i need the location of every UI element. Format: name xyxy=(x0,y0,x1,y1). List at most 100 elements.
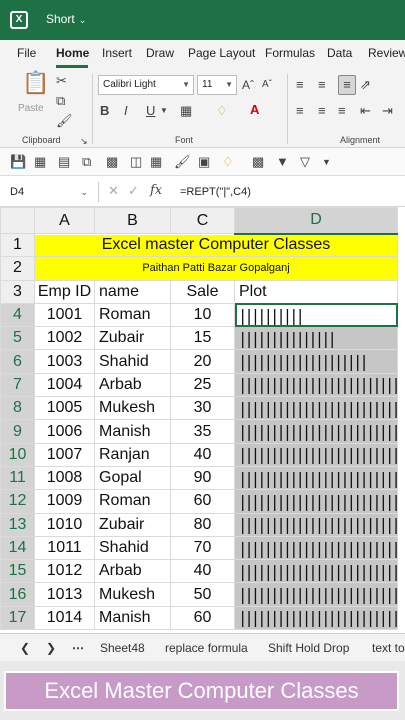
cell-name[interactable]: Shahid xyxy=(94,349,171,374)
scroll-right-icon[interactable]: ❯ xyxy=(46,641,56,655)
name-box[interactable]: D4 ⌄ xyxy=(4,182,90,202)
cell-name[interactable]: Gopal xyxy=(94,465,171,491)
fill-color-icon[interactable]: ♢ xyxy=(222,153,234,171)
cell-emp-id[interactable]: 1009 xyxy=(34,489,95,514)
tab-page-layout[interactable]: Page Layout xyxy=(188,46,255,60)
font-color-icon[interactable]: A xyxy=(250,101,259,119)
cell-plot[interactable]: ||||||||||||||||||||||||||||||||||||||||… xyxy=(234,489,398,514)
row-header[interactable]: 5 xyxy=(0,326,35,351)
cell-sale[interactable]: 60 xyxy=(170,489,235,514)
cell-plot[interactable]: ||||||||||||||| xyxy=(234,326,398,351)
align-bottom-icon[interactable]: ≡ xyxy=(338,75,356,95)
cell-emp-id[interactable]: 1008 xyxy=(34,465,95,491)
cell-emp-id[interactable]: 1014 xyxy=(34,605,95,631)
borders-icon[interactable]: ▦ xyxy=(180,102,192,120)
format-painter-icon[interactable]: 🖌 xyxy=(174,153,191,171)
align-middle-icon[interactable]: ≡ xyxy=(318,76,326,94)
cell-emp-id[interactable]: 1005 xyxy=(34,396,95,421)
column-header-c[interactable]: C xyxy=(170,207,235,234)
cell-name[interactable]: Roman xyxy=(94,302,171,328)
sheet-tab[interactable]: Shift Hold Drop xyxy=(268,641,349,655)
tab-formulas[interactable]: Formulas xyxy=(265,46,315,60)
sheet-tab[interactable]: replace formula xyxy=(165,641,248,655)
copy-icon[interactable]: ⧉ xyxy=(82,153,91,171)
cell-plot[interactable]: ||||||||||||||||||||||||||||||||||||||||… xyxy=(234,582,398,607)
cell-sale[interactable]: 60 xyxy=(170,605,235,631)
format-painter-icon[interactable]: 🖌 xyxy=(56,112,73,130)
header-name[interactable]: name xyxy=(94,279,171,304)
filter-icon[interactable]: ▼ xyxy=(276,153,289,171)
table-icon[interactable]: ▦ xyxy=(34,153,46,171)
cell-name[interactable]: Manish xyxy=(94,605,171,631)
cell-name[interactable]: Roman xyxy=(94,489,171,514)
sheet-tab[interactable]: text to xyxy=(372,641,405,655)
decrease-indent-icon[interactable]: ⇤ xyxy=(360,102,371,120)
cell-emp-id[interactable]: 1012 xyxy=(34,559,95,584)
cell-emp-id[interactable]: 1003 xyxy=(34,349,95,374)
cell-plot[interactable]: ||||||||||||||||||||||||| xyxy=(234,372,398,398)
customize-toolbar-icon[interactable]: ▼ xyxy=(322,153,331,171)
column-header-b[interactable]: B xyxy=(94,207,171,234)
cell-plot[interactable]: ||||||||||||||||||||||||||||||||||||||||… xyxy=(234,535,398,561)
cell-plot[interactable]: ||||||||||||||||||||||||||||||||||||||||… xyxy=(234,465,398,491)
clear-filter-icon[interactable]: ▽ xyxy=(300,153,310,171)
increase-font-icon[interactable]: Aˆ xyxy=(242,76,254,94)
cell-sale[interactable]: 50 xyxy=(170,582,235,607)
cell-sale[interactable]: 90 xyxy=(170,465,235,491)
cell-name[interactable]: Mukesh xyxy=(94,582,171,607)
sheet-title[interactable]: Excel master Computer Classes xyxy=(34,232,398,258)
row-header[interactable]: 2 xyxy=(0,256,35,281)
font-size-select[interactable]: 11 ▼ xyxy=(197,75,237,95)
row-header[interactable]: 13 xyxy=(0,512,35,537)
cell-plot[interactable]: ||||||||||||||||||||||||||||||||||| xyxy=(234,419,398,444)
align-center-icon[interactable]: ≡ xyxy=(318,102,326,120)
cell-sale[interactable]: 80 xyxy=(170,512,235,537)
cancel-icon[interactable]: ✕ xyxy=(108,182,119,200)
tab-home[interactable]: Home xyxy=(56,46,89,60)
align-right-icon[interactable]: ≡ xyxy=(338,102,346,120)
cell-plot[interactable]: |||||||||||||||||||||||||||||| xyxy=(234,396,398,421)
paste-icon[interactable]: 📋 xyxy=(22,72,49,100)
cell-sale[interactable]: 20 xyxy=(170,349,235,374)
formula-input[interactable]: =REPT("|",C4) xyxy=(180,182,251,202)
cell-plot[interactable]: |||||||||| xyxy=(234,302,398,328)
cell-plot[interactable]: |||||||||||||||||||| xyxy=(234,349,398,374)
row-header[interactable]: 10 xyxy=(0,442,35,467)
cut-icon[interactable]: ✂ xyxy=(56,72,67,90)
more-sheets-icon[interactable]: ⋯ xyxy=(72,641,84,655)
cell-emp-id[interactable]: 1001 xyxy=(34,302,95,328)
header-sale[interactable]: Sale xyxy=(170,279,235,304)
file-name-dropdown[interactable]: Short ⌄ xyxy=(46,12,86,26)
cell-emp-id[interactable]: 1004 xyxy=(34,372,95,398)
sheet-tab[interactable]: Sheet48 xyxy=(100,641,145,655)
save-icon[interactable]: 💾 xyxy=(10,153,26,171)
underline-button[interactable]: U xyxy=(146,102,155,120)
cell-name[interactable]: Arbab xyxy=(94,559,171,584)
tab-data[interactable]: Data xyxy=(327,46,352,60)
tab-insert[interactable]: Insert xyxy=(102,46,132,60)
table-insert-icon[interactable]: ▦ xyxy=(150,153,162,171)
cell-sale[interactable]: 40 xyxy=(170,559,235,584)
row-header[interactable]: 12 xyxy=(0,489,35,514)
grid-icon[interactable]: ▤ xyxy=(58,153,70,171)
row-header[interactable]: 1 xyxy=(0,232,35,258)
decrease-font-icon[interactable]: Aˇ xyxy=(262,76,272,94)
cell-emp-id[interactable]: 1002 xyxy=(34,326,95,351)
row-header[interactable]: 15 xyxy=(0,559,35,584)
font-name-select[interactable]: Calibri Light ▼ xyxy=(98,75,194,95)
row-header[interactable]: 3 xyxy=(0,279,35,304)
align-left-icon[interactable]: ≡ xyxy=(296,102,304,120)
sheet-subtitle[interactable]: Paithan Patti Bazar Gopalganj xyxy=(34,256,398,281)
cell-name[interactable]: Ranjan xyxy=(94,442,171,467)
image-icon[interactable]: ▩ xyxy=(252,153,264,171)
cell-plot[interactable]: ||||||||||||||||||||||||||||||||||||||||… xyxy=(234,605,398,631)
cell-plot[interactable]: |||||||||||||||||||||||||||||||||||||||| xyxy=(234,559,398,584)
cell-emp-id[interactable]: 1007 xyxy=(34,442,95,467)
cell-sale[interactable]: 40 xyxy=(170,442,235,467)
cells-icon[interactable]: ▣ xyxy=(198,153,210,171)
row-header[interactable]: 4 xyxy=(0,302,35,328)
cell-emp-id[interactable]: 1013 xyxy=(34,582,95,607)
cell-plot[interactable]: |||||||||||||||||||||||||||||||||||||||| xyxy=(234,442,398,467)
column-header-d[interactable]: D xyxy=(234,207,398,235)
cell-sale[interactable]: 30 xyxy=(170,396,235,421)
